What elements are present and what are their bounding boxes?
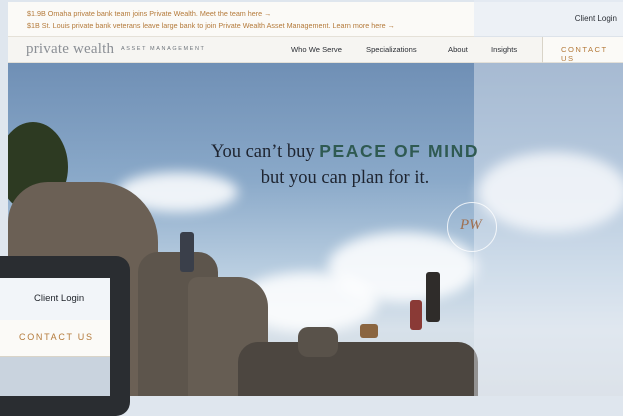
main-nav: private wealth ASSET MANAGEMENT Who We S… (8, 37, 542, 63)
headline-prefix: You can’t buy (210, 142, 320, 162)
contact-us-label: CONTACT US (561, 45, 608, 63)
tablet-client-login-label: Client Login (34, 293, 85, 304)
headline-line-2: but you can plan for it. (260, 168, 430, 188)
nav-about[interactable]: About (448, 45, 468, 54)
monogram-letters: PW (460, 217, 482, 233)
announcement-link-st-louis[interactable]: $1B St. Louis private bank veterans leav… (27, 21, 395, 30)
monogram-logo: PW (447, 202, 497, 252)
announcement-link-omaha[interactable]: $1.9B Omaha private bank team joins Priv… (27, 9, 271, 18)
tablet-contact-us-button[interactable]: CONTACT US (0, 320, 110, 357)
client-login-bar: Client Login (474, 2, 623, 37)
logo-wordmark[interactable]: private wealth (26, 41, 114, 58)
tablet-contact-us-label: CONTACT US (19, 332, 94, 342)
nav-who-we-serve[interactable]: Who We Serve (291, 45, 342, 54)
logo-tagline: ASSET MANAGEMENT (121, 46, 206, 52)
nav-insights[interactable]: Insights (491, 45, 517, 54)
contact-us-button[interactable]: CONTACT US (542, 37, 623, 63)
announcement-bar: $1.9B Omaha private bank team joins Priv… (8, 2, 474, 37)
headline-accent: PEACE OF MIND (319, 141, 480, 161)
hero-headline: You can’t buy PEACE OF MIND but you can … (160, 138, 530, 191)
tablet-hero-preview (0, 357, 110, 396)
client-login-link[interactable]: Client Login (575, 14, 617, 23)
nav-specializations[interactable]: Specializations (366, 45, 417, 54)
tablet-client-login[interactable]: Client Login (0, 278, 110, 321)
tablet-screen: Client Login CONTACT US (0, 278, 110, 396)
